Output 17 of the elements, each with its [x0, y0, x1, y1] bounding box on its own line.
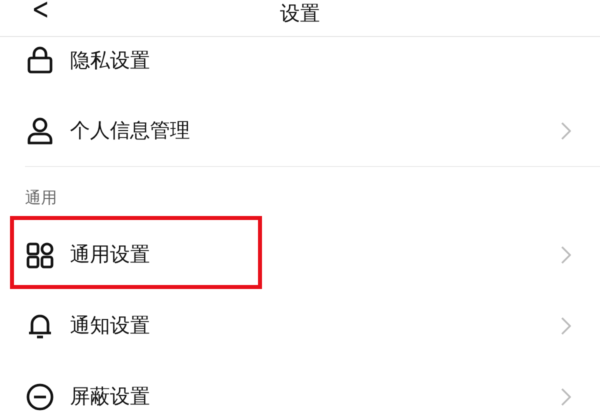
minus-circle-icon: [25, 382, 55, 412]
settings-item[interactable]: 屏蔽设置: [0, 361, 600, 420]
page-title: 设置: [280, 1, 320, 25]
grid-icon: [25, 240, 55, 270]
item-label: 屏蔽设置: [70, 383, 151, 410]
item-label: 隐私设置: [70, 46, 151, 74]
item-label: 通知设置: [70, 312, 151, 339]
section-label: 通用: [25, 187, 58, 209]
item-label: 通用设置: [70, 241, 151, 268]
settings-item[interactable]: 通知设置: [0, 290, 600, 361]
person-icon: [25, 116, 55, 146]
back-button[interactable]: <: [32, 0, 50, 28]
settings-item[interactable]: 隐私设置: [0, 37, 600, 95]
lock-icon: [25, 45, 55, 75]
settings-item[interactable]: 通用设置: [0, 219, 600, 290]
settings-item[interactable]: 个人信息管理: [0, 95, 600, 166]
item-label: 个人信息管理: [70, 117, 191, 144]
